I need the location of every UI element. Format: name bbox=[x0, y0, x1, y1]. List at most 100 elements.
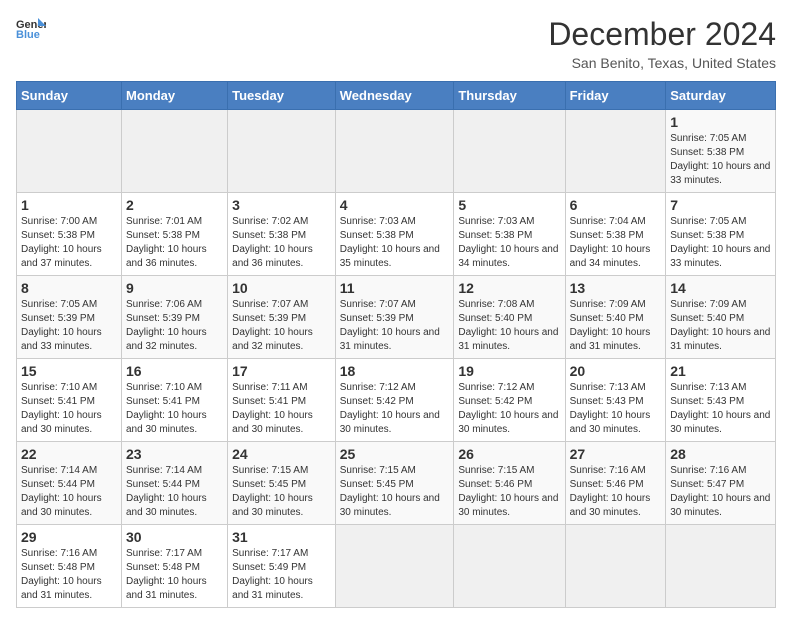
calendar-cell bbox=[454, 110, 565, 193]
day-number: 24 bbox=[232, 446, 331, 462]
calendar-week-row: 15 Sunrise: 7:10 AMSunset: 5:41 PMDaylig… bbox=[17, 359, 776, 442]
header-row: SundayMondayTuesdayWednesdayThursdayFrid… bbox=[17, 82, 776, 110]
day-info: Sunrise: 7:16 AMSunset: 5:48 PMDaylight:… bbox=[21, 548, 102, 601]
day-number: 20 bbox=[570, 363, 662, 379]
header: General Blue December 2024 San Benito, T… bbox=[16, 16, 776, 71]
calendar-cell: 20 Sunrise: 7:13 AMSunset: 5:43 PMDaylig… bbox=[565, 359, 666, 442]
day-number: 7 bbox=[670, 197, 771, 213]
weekday-header: Friday bbox=[565, 82, 666, 110]
calendar-cell: 17 Sunrise: 7:11 AMSunset: 5:41 PMDaylig… bbox=[228, 359, 336, 442]
calendar-cell: 31 Sunrise: 7:17 AMSunset: 5:49 PMDaylig… bbox=[228, 525, 336, 608]
day-info: Sunrise: 7:05 AMSunset: 5:38 PMDaylight:… bbox=[670, 216, 770, 269]
calendar-cell: 1 Sunrise: 7:00 AMSunset: 5:38 PMDayligh… bbox=[17, 193, 122, 276]
day-number: 1 bbox=[670, 114, 771, 130]
day-info: Sunrise: 7:12 AMSunset: 5:42 PMDaylight:… bbox=[340, 382, 440, 435]
day-number: 29 bbox=[21, 529, 117, 545]
day-number: 26 bbox=[458, 446, 560, 462]
calendar-cell: 29 Sunrise: 7:16 AMSunset: 5:48 PMDaylig… bbox=[17, 525, 122, 608]
calendar-cell: 11 Sunrise: 7:07 AMSunset: 5:39 PMDaylig… bbox=[335, 276, 454, 359]
day-number: 21 bbox=[670, 363, 771, 379]
day-number: 2 bbox=[126, 197, 223, 213]
calendar-cell: 28 Sunrise: 7:16 AMSunset: 5:47 PMDaylig… bbox=[666, 442, 776, 525]
day-info: Sunrise: 7:16 AMSunset: 5:46 PMDaylight:… bbox=[570, 465, 651, 518]
calendar-cell: 24 Sunrise: 7:15 AMSunset: 5:45 PMDaylig… bbox=[228, 442, 336, 525]
weekday-header: Monday bbox=[121, 82, 227, 110]
day-number: 22 bbox=[21, 446, 117, 462]
weekday-header: Tuesday bbox=[228, 82, 336, 110]
calendar-cell: 26 Sunrise: 7:15 AMSunset: 5:46 PMDaylig… bbox=[454, 442, 565, 525]
calendar-cell: 10 Sunrise: 7:07 AMSunset: 5:39 PMDaylig… bbox=[228, 276, 336, 359]
day-info: Sunrise: 7:10 AMSunset: 5:41 PMDaylight:… bbox=[126, 382, 207, 435]
day-info: Sunrise: 7:02 AMSunset: 5:38 PMDaylight:… bbox=[232, 216, 313, 269]
calendar-week-row: 1 Sunrise: 7:00 AMSunset: 5:38 PMDayligh… bbox=[17, 193, 776, 276]
day-number: 10 bbox=[232, 280, 331, 296]
day-info: Sunrise: 7:17 AMSunset: 5:49 PMDaylight:… bbox=[232, 548, 313, 601]
day-info: Sunrise: 7:15 AMSunset: 5:45 PMDaylight:… bbox=[340, 465, 440, 518]
calendar-cell: 12 Sunrise: 7:08 AMSunset: 5:40 PMDaylig… bbox=[454, 276, 565, 359]
day-info: Sunrise: 7:09 AMSunset: 5:40 PMDaylight:… bbox=[570, 299, 651, 352]
calendar-cell bbox=[454, 525, 565, 608]
weekday-header: Sunday bbox=[17, 82, 122, 110]
day-info: Sunrise: 7:13 AMSunset: 5:43 PMDaylight:… bbox=[570, 382, 651, 435]
calendar-week-row: 8 Sunrise: 7:05 AMSunset: 5:39 PMDayligh… bbox=[17, 276, 776, 359]
day-number: 30 bbox=[126, 529, 223, 545]
day-number: 27 bbox=[570, 446, 662, 462]
day-info: Sunrise: 7:17 AMSunset: 5:48 PMDaylight:… bbox=[126, 548, 207, 601]
day-number: 19 bbox=[458, 363, 560, 379]
weekday-header: Thursday bbox=[454, 82, 565, 110]
calendar-cell: 6 Sunrise: 7:04 AMSunset: 5:38 PMDayligh… bbox=[565, 193, 666, 276]
day-info: Sunrise: 7:06 AMSunset: 5:39 PMDaylight:… bbox=[126, 299, 207, 352]
calendar-cell: 25 Sunrise: 7:15 AMSunset: 5:45 PMDaylig… bbox=[335, 442, 454, 525]
calendar-table: SundayMondayTuesdayWednesdayThursdayFrid… bbox=[16, 81, 776, 608]
svg-text:Blue: Blue bbox=[16, 29, 40, 40]
day-number: 17 bbox=[232, 363, 331, 379]
calendar-cell: 7 Sunrise: 7:05 AMSunset: 5:38 PMDayligh… bbox=[666, 193, 776, 276]
day-info: Sunrise: 7:14 AMSunset: 5:44 PMDaylight:… bbox=[21, 465, 102, 518]
day-number: 6 bbox=[570, 197, 662, 213]
day-info: Sunrise: 7:04 AMSunset: 5:38 PMDaylight:… bbox=[570, 216, 651, 269]
day-info: Sunrise: 7:05 AMSunset: 5:39 PMDaylight:… bbox=[21, 299, 102, 352]
calendar-cell: 18 Sunrise: 7:12 AMSunset: 5:42 PMDaylig… bbox=[335, 359, 454, 442]
day-info: Sunrise: 7:14 AMSunset: 5:44 PMDaylight:… bbox=[126, 465, 207, 518]
day-number: 4 bbox=[340, 197, 450, 213]
calendar-cell bbox=[335, 525, 454, 608]
day-number: 3 bbox=[232, 197, 331, 213]
day-number: 8 bbox=[21, 280, 117, 296]
calendar-cell bbox=[228, 110, 336, 193]
day-number: 23 bbox=[126, 446, 223, 462]
calendar-cell bbox=[335, 110, 454, 193]
calendar-cell: 27 Sunrise: 7:16 AMSunset: 5:46 PMDaylig… bbox=[565, 442, 666, 525]
calendar-cell: 1 Sunrise: 7:05 AMSunset: 5:38 PMDayligh… bbox=[666, 110, 776, 193]
day-number: 5 bbox=[458, 197, 560, 213]
calendar-cell: 15 Sunrise: 7:10 AMSunset: 5:41 PMDaylig… bbox=[17, 359, 122, 442]
day-number: 25 bbox=[340, 446, 450, 462]
calendar-cell: 8 Sunrise: 7:05 AMSunset: 5:39 PMDayligh… bbox=[17, 276, 122, 359]
calendar-cell: 2 Sunrise: 7:01 AMSunset: 5:38 PMDayligh… bbox=[121, 193, 227, 276]
calendar-cell: 19 Sunrise: 7:12 AMSunset: 5:42 PMDaylig… bbox=[454, 359, 565, 442]
calendar-cell: 16 Sunrise: 7:10 AMSunset: 5:41 PMDaylig… bbox=[121, 359, 227, 442]
day-info: Sunrise: 7:16 AMSunset: 5:47 PMDaylight:… bbox=[670, 465, 770, 518]
calendar-cell: 23 Sunrise: 7:14 AMSunset: 5:44 PMDaylig… bbox=[121, 442, 227, 525]
calendar-cell bbox=[565, 525, 666, 608]
calendar-cell: 4 Sunrise: 7:03 AMSunset: 5:38 PMDayligh… bbox=[335, 193, 454, 276]
day-info: Sunrise: 7:03 AMSunset: 5:38 PMDaylight:… bbox=[340, 216, 440, 269]
day-info: Sunrise: 7:09 AMSunset: 5:40 PMDaylight:… bbox=[670, 299, 770, 352]
day-info: Sunrise: 7:07 AMSunset: 5:39 PMDaylight:… bbox=[232, 299, 313, 352]
day-number: 14 bbox=[670, 280, 771, 296]
day-info: Sunrise: 7:00 AMSunset: 5:38 PMDaylight:… bbox=[21, 216, 102, 269]
day-number: 12 bbox=[458, 280, 560, 296]
day-number: 18 bbox=[340, 363, 450, 379]
calendar-cell: 5 Sunrise: 7:03 AMSunset: 5:38 PMDayligh… bbox=[454, 193, 565, 276]
title-area: December 2024 San Benito, Texas, United … bbox=[548, 16, 776, 71]
calendar-cell bbox=[121, 110, 227, 193]
calendar-week-row: 1 Sunrise: 7:05 AMSunset: 5:38 PMDayligh… bbox=[17, 110, 776, 193]
calendar-body: 1 Sunrise: 7:05 AMSunset: 5:38 PMDayligh… bbox=[17, 110, 776, 608]
day-number: 9 bbox=[126, 280, 223, 296]
day-info: Sunrise: 7:05 AMSunset: 5:38 PMDaylight:… bbox=[670, 133, 770, 186]
calendar-cell: 30 Sunrise: 7:17 AMSunset: 5:48 PMDaylig… bbox=[121, 525, 227, 608]
calendar-cell: 21 Sunrise: 7:13 AMSunset: 5:43 PMDaylig… bbox=[666, 359, 776, 442]
location: San Benito, Texas, United States bbox=[548, 55, 776, 71]
day-number: 11 bbox=[340, 280, 450, 296]
day-info: Sunrise: 7:15 AMSunset: 5:45 PMDaylight:… bbox=[232, 465, 313, 518]
day-info: Sunrise: 7:11 AMSunset: 5:41 PMDaylight:… bbox=[232, 382, 313, 435]
